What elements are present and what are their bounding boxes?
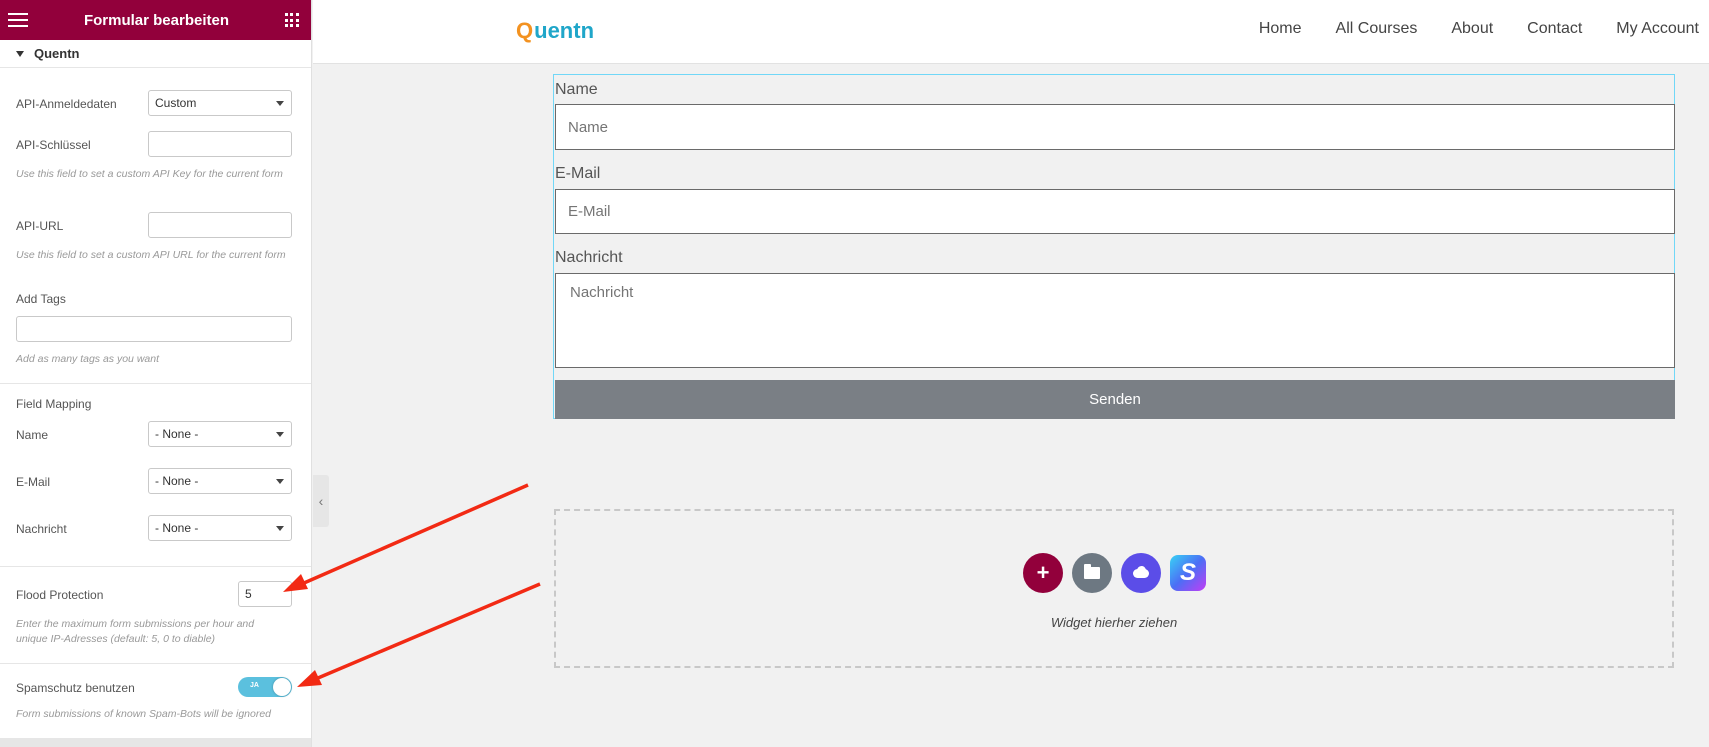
flood-protection-label: Flood Protection: [16, 588, 104, 602]
mapping-email-label: E-Mail: [16, 475, 51, 489]
message-label: Nachricht: [555, 249, 623, 266]
divider: [0, 566, 311, 567]
api-credentials-select[interactable]: Custom: [148, 90, 292, 116]
sidebar-footer: [0, 738, 311, 747]
flood-protection-help: Enter the maximum form submissions per h…: [16, 618, 255, 645]
nav-about[interactable]: About: [1451, 20, 1493, 38]
chevron-left-icon: ‹: [318, 493, 324, 509]
cloud-templates-button[interactable]: [1121, 553, 1161, 593]
add-tags-label: Add Tags: [16, 292, 66, 306]
section-title: Quentn: [34, 46, 80, 61]
chevron-down-icon: [276, 479, 284, 484]
editor-sidebar: Formular bearbeiten Quentn API-Anmeldeda…: [0, 0, 312, 747]
mapping-message-select[interactable]: - None -: [148, 515, 292, 541]
mapping-email-value: - None -: [155, 474, 199, 488]
spam-protection-toggle[interactable]: JA: [238, 677, 292, 697]
dropzone-actions: + S: [1023, 553, 1215, 593]
email-label: E-Mail: [555, 165, 601, 182]
hamburger-icon[interactable]: [8, 13, 28, 27]
mapping-name-value: - None -: [155, 427, 199, 441]
arrow-to-spam-toggle: [297, 582, 541, 687]
cloud-icon: [1131, 566, 1151, 580]
logo-text: uentn: [534, 18, 595, 43]
grid-icon[interactable]: [284, 13, 299, 27]
nav-my-account[interactable]: My Account: [1616, 20, 1699, 38]
plus-icon: +: [1036, 560, 1050, 585]
mapping-name-select[interactable]: - None -: [148, 421, 292, 447]
nav-all-courses[interactable]: All Courses: [1336, 20, 1418, 38]
spam-protection-label: Spamschutz benutzen: [16, 681, 135, 695]
api-key-input[interactable]: [148, 131, 292, 157]
chevron-down-icon: [276, 526, 284, 531]
toggle-knob: [273, 678, 291, 696]
field-mapping-label: Field Mapping: [16, 397, 92, 411]
main-nav: Home All Courses About Contact My Accoun…: [1225, 20, 1699, 38]
api-url-input[interactable]: [148, 212, 292, 238]
mapping-message-label: Nachricht: [16, 522, 67, 536]
s-addon-button[interactable]: S: [1170, 555, 1206, 591]
send-button[interactable]: Senden: [555, 380, 1675, 419]
flood-protection-input[interactable]: [238, 581, 292, 607]
caret-down-icon: [16, 50, 24, 57]
name-input[interactable]: [555, 104, 1675, 150]
divider: [0, 663, 311, 664]
name-label: Name: [555, 81, 598, 98]
api-key-help: Use this field to set a custom API Key f…: [16, 168, 283, 180]
api-key-label: API-Schlüssel: [16, 138, 91, 152]
api-url-help: Use this field to set a custom API URL f…: [16, 249, 286, 261]
template-library-button[interactable]: [1072, 553, 1112, 593]
add-tags-help: Add as many tags as you want: [16, 353, 159, 365]
quentn-logo[interactable]: Q uentn: [516, 18, 594, 44]
sidebar-title: Formular bearbeiten: [83, 11, 230, 29]
nav-contact[interactable]: Contact: [1527, 20, 1582, 38]
add-section-button[interactable]: +: [1023, 553, 1063, 593]
api-url-label: API-URL: [16, 219, 64, 233]
api-credentials-label: API-Anmeldedaten: [16, 97, 117, 111]
s-logo-icon: S: [1179, 559, 1196, 586]
mapping-message-value: - None -: [155, 521, 199, 535]
sidebar-header: Formular bearbeiten: [0, 0, 311, 40]
mapping-name-label: Name: [16, 428, 49, 442]
api-credentials-value: Custom: [155, 96, 197, 110]
widget-dropzone[interactable]: + S Widget hierher ziehen: [554, 509, 1674, 668]
message-textarea[interactable]: [555, 273, 1675, 368]
toggle-text: JA: [250, 682, 259, 689]
folder-icon: [1084, 564, 1100, 579]
nav-home[interactable]: Home: [1259, 20, 1302, 38]
contact-form[interactable]: Name E-Mail Nachricht Senden: [553, 74, 1675, 419]
dropzone-text: Widget hierher ziehen: [1050, 615, 1178, 630]
divider: [0, 383, 311, 384]
spam-protection-help: Form submissions of known Spam-Bots will…: [16, 708, 272, 720]
chevron-down-icon: [276, 432, 284, 437]
site-header: Q uentn Home All Courses About Contact M…: [313, 0, 1709, 64]
mapping-email-select[interactable]: - None -: [148, 468, 292, 494]
section-header-quentn[interactable]: Quentn: [0, 40, 311, 68]
collapse-panel-button[interactable]: ‹: [313, 475, 329, 527]
chevron-down-icon: [276, 101, 284, 106]
logo-letter: Q: [516, 18, 534, 43]
email-input[interactable]: [555, 189, 1675, 234]
add-tags-input[interactable]: [16, 316, 292, 342]
